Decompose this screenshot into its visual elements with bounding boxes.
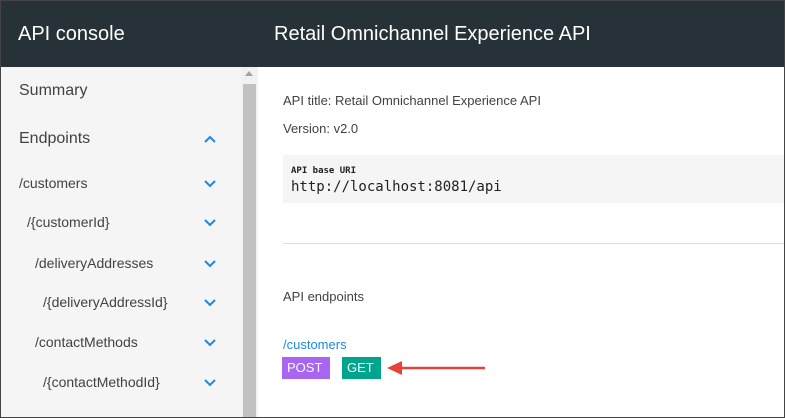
chevron-down-icon[interactable] [203, 176, 217, 190]
app-window: API console Retail Omnichannel Experienc… [0, 0, 785, 418]
sidebar-item-label: /{customerId} [27, 214, 110, 230]
api-title-line: API title: Retail Omnichannel Experience… [283, 93, 541, 108]
sidebar-scrollbar[interactable] [241, 67, 258, 417]
sidebar-item-customer-id[interactable]: /{customerId} [1, 202, 241, 242]
sidebar: Summary Endpoints /customers /{customerI… [1, 67, 241, 417]
sidebar-item-label: Endpoints [19, 130, 91, 147]
endpoint-link-customers[interactable]: /customers [283, 337, 347, 352]
sidebar-item-delivery-addresses[interactable]: /deliveryAddresses [1, 243, 241, 283]
sidebar-item-contact-methods[interactable]: /contactMethods [1, 322, 241, 362]
chevron-down-icon[interactable] [203, 335, 217, 349]
chevron-up-icon[interactable] [203, 132, 217, 146]
sidebar-item-label: /{deliveryAddressId} [43, 294, 168, 310]
sidebar-item-label: Summary [19, 82, 88, 99]
endpoints-heading: API endpoints [283, 289, 364, 304]
chevron-down-icon[interactable] [203, 256, 217, 270]
method-badge-get[interactable]: GET [342, 357, 381, 379]
method-badge-post[interactable]: POST [282, 357, 330, 379]
sidebar-item-label: /contactMethods [35, 334, 138, 350]
arrow-left-annotation [387, 361, 485, 375]
base-uri-box: API base URI http://localhost:8081/api [283, 155, 784, 203]
sidebar-item-contact-method-id[interactable]: /{contactMethodId} [1, 362, 241, 402]
scroll-up-arrow-icon[interactable] [245, 71, 253, 76]
scrollbar-thumb[interactable] [243, 84, 256, 417]
sidebar-item-endpoints[interactable]: Endpoints [1, 119, 241, 159]
version-line: Version: v2.0 [283, 121, 359, 136]
sidebar-item-customers[interactable]: /customers [1, 163, 241, 203]
app-title: API console [18, 23, 125, 45]
divider [283, 243, 784, 244]
page-title: Retail Omnichannel Experience API [274, 23, 591, 45]
main-content: API title: Retail Omnichannel Experience… [258, 67, 784, 417]
chevron-down-icon[interactable] [203, 295, 217, 309]
chevron-down-icon[interactable] [203, 375, 217, 389]
chevron-down-icon[interactable] [203, 215, 217, 229]
sidebar-item-delivery-address-id[interactable]: /{deliveryAddressId} [1, 282, 241, 322]
top-bar: API console Retail Omnichannel Experienc… [1, 1, 784, 67]
sidebar-item-label: /customers [19, 175, 88, 191]
base-uri-value: http://localhost:8081/api [291, 179, 502, 195]
base-uri-label: API base URI [291, 166, 357, 176]
sidebar-item-label: /deliveryAddresses [35, 255, 154, 271]
sidebar-item-summary[interactable]: Summary [1, 71, 241, 111]
sidebar-item-label: /{contactMethodId} [43, 374, 160, 390]
